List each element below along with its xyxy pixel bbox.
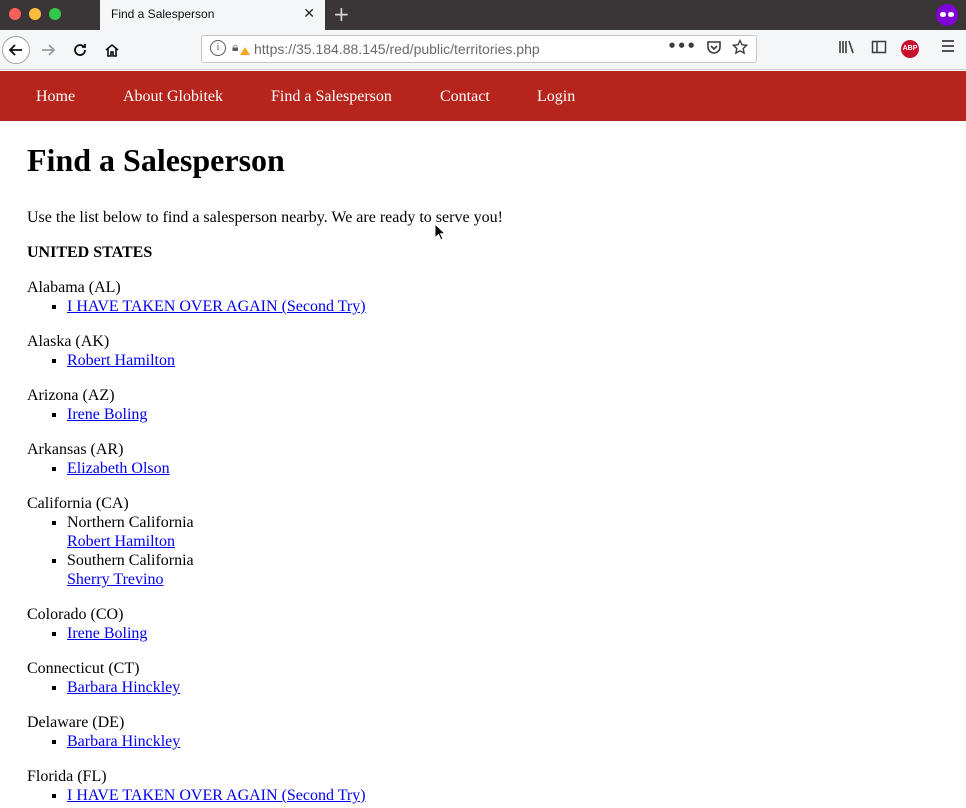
close-window-button[interactable]: [9, 8, 21, 20]
nav-about-link[interactable]: About Globitek: [123, 88, 223, 106]
list-item: Irene Boling: [67, 405, 947, 424]
region-name: Southern California: [67, 552, 194, 569]
state-delaware: Delaware (DE) Barbara Hinckley: [27, 713, 947, 751]
star-icon[interactable]: [731, 38, 749, 59]
list-item: I HAVE TAKEN OVER AGAIN (Second Try): [67, 297, 947, 316]
salesperson-link[interactable]: I HAVE TAKEN OVER AGAIN (Second Try): [67, 298, 366, 315]
salesperson-link[interactable]: Irene Boling: [67, 406, 147, 423]
close-tab-icon[interactable]: ✕: [303, 6, 315, 22]
state-name: Alaska (AK): [27, 333, 110, 350]
hamburger-menu-icon[interactable]: [941, 39, 955, 57]
salesperson-link[interactable]: I HAVE TAKEN OVER AGAIN (Second Try): [67, 787, 366, 804]
page-actions-icon[interactable]: •••: [667, 37, 696, 55]
arrow-right-icon: [42, 44, 56, 56]
private-browsing-icon: [936, 4, 958, 26]
site-nav: Home About Globitek Find a Salesperson C…: [0, 71, 966, 121]
salesperson-list: I HAVE TAKEN OVER AGAIN (Second Try): [27, 297, 947, 316]
salesperson-list: Irene Boling: [27, 405, 947, 424]
state-connecticut: Connecticut (CT) Barbara Hinckley: [27, 659, 947, 697]
state-name: Alabama (AL): [27, 279, 121, 296]
page-title: Find a Salesperson: [27, 142, 285, 178]
salesperson-list: I HAVE TAKEN OVER AGAIN (Second Try): [27, 786, 947, 805]
salesperson-link[interactable]: Barbara Hinckley: [67, 679, 180, 696]
salesperson-link[interactable]: Barbara Hinckley: [67, 733, 180, 750]
state-arizona: Arizona (AZ) Irene Boling: [27, 386, 947, 424]
tab-title: Find a Salesperson: [111, 7, 215, 21]
reload-button[interactable]: [68, 38, 92, 62]
salesperson-link[interactable]: Elizabeth Olson: [67, 460, 170, 477]
state-name: Colorado (CO): [27, 606, 124, 623]
salesperson-link[interactable]: Robert Hamilton: [67, 533, 175, 550]
intro-text: Use the list below to find a salesperson…: [27, 209, 503, 226]
salesperson-list: Elizabeth Olson: [27, 459, 947, 478]
state-alaska: Alaska (AK) Robert Hamilton: [27, 332, 947, 370]
list-item: Robert Hamilton: [67, 351, 947, 370]
state-name: Arizona (AZ): [27, 387, 115, 404]
state-name: Delaware (DE): [27, 714, 125, 731]
warning-triangle-icon: [240, 47, 250, 55]
new-tab-button[interactable]: +: [333, 2, 350, 26]
maximize-window-button[interactable]: [49, 8, 61, 20]
salesperson-list: Irene Boling: [27, 624, 947, 643]
pocket-icon[interactable]: [706, 39, 722, 59]
back-button[interactable]: [2, 36, 30, 64]
salesperson-list: Robert Hamilton: [27, 351, 947, 370]
adblock-icon[interactable]: ABP: [901, 40, 919, 58]
list-item: Southern California Sherry Trevino: [67, 551, 947, 589]
state-colorado: Colorado (CO) Irene Boling: [27, 605, 947, 643]
url-path: /red/public/territories.php: [385, 41, 540, 57]
state-california: California (CA) Northern California Robe…: [27, 494, 947, 589]
mouse-cursor-icon: [434, 223, 446, 241]
info-icon[interactable]: i: [210, 40, 226, 56]
salesperson-link[interactable]: Sherry Trevino: [67, 571, 163, 588]
url-text[interactable]: https://35.184.88.145/red/public/territo…: [254, 41, 540, 57]
list-item: Northern California Robert Hamilton: [67, 513, 947, 551]
state-name: Florida (FL): [27, 768, 107, 785]
browser-toolbar: i 🔒︎ https://35.184.88.145/red/public/te…: [0, 30, 966, 70]
salesperson-list: Barbara Hinckley: [27, 678, 947, 697]
nav-home-link[interactable]: Home: [36, 88, 75, 106]
home-button[interactable]: [100, 38, 124, 62]
salesperson-link[interactable]: Robert Hamilton: [67, 352, 175, 369]
salesperson-list: Barbara Hinckley: [27, 732, 947, 751]
country-heading: UNITED STATES: [27, 244, 153, 261]
salesperson-list: Northern California Robert Hamilton Sout…: [27, 513, 947, 589]
list-item: Elizabeth Olson: [67, 459, 947, 478]
home-icon: [105, 43, 119, 57]
library-icon[interactable]: [838, 39, 856, 59]
state-arkansas: Arkansas (AR) Elizabeth Olson: [27, 440, 947, 478]
list-item: Barbara Hinckley: [67, 732, 947, 751]
sidebar-icon[interactable]: [871, 39, 887, 59]
region-name: Northern California: [67, 514, 194, 531]
list-item: Irene Boling: [67, 624, 947, 643]
list-item: Barbara Hinckley: [67, 678, 947, 697]
state-name: California (CA): [27, 495, 129, 512]
salesperson-link[interactable]: Irene Boling: [67, 625, 147, 642]
url-host: https://35.184.88.145: [254, 41, 386, 57]
state-alabama: Alabama (AL) I HAVE TAKEN OVER AGAIN (Se…: [27, 278, 947, 316]
reload-icon: [74, 44, 86, 56]
nav-contact-link[interactable]: Contact: [440, 88, 490, 106]
state-florida: Florida (FL) I HAVE TAKEN OVER AGAIN (Se…: [27, 767, 947, 805]
state-name: Arkansas (AR): [27, 441, 124, 458]
window-titlebar: Find a Salesperson ✕ +: [0, 0, 966, 30]
lock-warning-icon[interactable]: 🔒︎: [232, 40, 238, 55]
state-name: Connecticut (CT): [27, 660, 140, 677]
list-item: I HAVE TAKEN OVER AGAIN (Second Try): [67, 786, 947, 805]
url-bar[interactable]: i 🔒︎ https://35.184.88.145/red/public/te…: [201, 35, 757, 63]
minimize-window-button[interactable]: [29, 8, 41, 20]
nav-login-link[interactable]: Login: [537, 88, 575, 106]
arrow-left-icon: [8, 44, 22, 56]
forward-button[interactable]: [36, 38, 60, 62]
main-content: Find a Salesperson Use the list below to…: [27, 142, 947, 805]
nav-find-salesperson-link[interactable]: Find a Salesperson: [271, 88, 392, 106]
browser-tab[interactable]: Find a Salesperson ✕: [100, 0, 325, 30]
